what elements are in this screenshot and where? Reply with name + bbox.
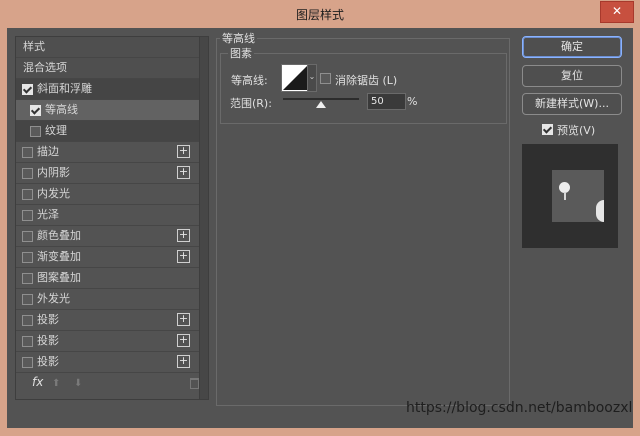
contour-picker[interactable] — [281, 64, 309, 92]
ok-button[interactable]: 确定 — [522, 36, 622, 58]
range-slider[interactable] — [283, 98, 359, 100]
fx-icon[interactable]: fx — [32, 375, 43, 389]
style-list-label: 投影 — [37, 334, 59, 347]
style-checkbox[interactable] — [22, 168, 33, 179]
style-list-label: 投影 — [37, 313, 59, 326]
style-list-label: 投影 — [37, 355, 59, 368]
add-effect-icon[interactable]: + — [177, 250, 190, 263]
style-list-item[interactable]: 投影 + — [16, 331, 199, 352]
range-slider-thumb[interactable] — [316, 101, 326, 108]
group-title: 图素 — [228, 45, 254, 61]
contour-label: 等高线: — [231, 74, 268, 87]
style-list-label: 混合选项 — [23, 61, 67, 74]
add-effect-icon[interactable]: + — [177, 166, 190, 179]
style-list-item[interactable]: 纹理 — [16, 121, 199, 142]
style-checkbox[interactable] — [22, 273, 33, 284]
style-list-label: 内发光 — [37, 187, 70, 200]
contour-curve-icon — [283, 66, 307, 90]
style-checkbox[interactable] — [30, 126, 41, 137]
style-list-item[interactable]: 光泽 — [16, 205, 199, 226]
style-checkbox[interactable] — [30, 105, 41, 116]
range-unit: % — [407, 95, 418, 108]
style-checkbox[interactable] — [22, 252, 33, 263]
style-list-item[interactable]: 外发光 — [16, 289, 199, 310]
style-list-item[interactable]: 等高线 — [16, 100, 199, 121]
style-list-item[interactable]: 颜色叠加 + — [16, 226, 199, 247]
style-checkbox[interactable] — [22, 357, 33, 368]
range-label: 范围(R): — [230, 97, 272, 110]
style-list-label: 内阴影 — [37, 166, 70, 179]
style-list-item[interactable]: 样式 — [16, 37, 199, 58]
preview-checkbox[interactable] — [542, 124, 553, 135]
range-input[interactable]: 50 — [367, 93, 406, 110]
style-list-label: 纹理 — [45, 124, 67, 137]
preview-edge-highlight — [596, 200, 604, 222]
style-checkbox[interactable] — [22, 336, 33, 347]
title-bar: 图层样式 ✕ — [0, 0, 640, 28]
style-list-item[interactable]: 渐变叠加 + — [16, 247, 199, 268]
style-list-item[interactable]: 混合选项 — [16, 58, 199, 79]
add-effect-icon[interactable]: + — [177, 313, 190, 326]
style-checkbox[interactable] — [22, 315, 33, 326]
window-title: 图层样式 — [295, 8, 344, 22]
move-up-icon[interactable]: ⬆ — [52, 378, 60, 389]
style-list-scrollbar[interactable] — [199, 37, 208, 399]
style-list-label: 样式 — [23, 40, 45, 53]
antialias-label: 消除锯齿 (L) — [335, 74, 398, 87]
style-checkbox[interactable] — [22, 210, 33, 221]
style-list-label: 渐变叠加 — [37, 250, 81, 263]
watermark-text: https://blog.csdn.net/bamboozxl — [406, 400, 633, 416]
style-list-item[interactable]: 内阴影 + — [16, 163, 199, 184]
reset-button[interactable]: 复位 — [522, 65, 622, 87]
style-checkbox[interactable] — [22, 231, 33, 242]
style-list-label: 光泽 — [37, 208, 59, 221]
style-list-item[interactable]: 内发光 — [16, 184, 199, 205]
close-button[interactable]: ✕ — [600, 1, 634, 23]
style-list-item[interactable]: 斜面和浮雕 — [16, 79, 199, 100]
style-checkbox[interactable] — [22, 84, 33, 95]
style-list-label: 斜面和浮雕 — [37, 82, 92, 95]
style-list-panel: 样式混合选项斜面和浮雕等高线纹理描边 + 内阴影 + 内发光光泽颜色叠加 + 渐变叠加 + 图案… — [15, 36, 209, 400]
new-style-button[interactable]: 新建样式(W)... — [522, 93, 622, 115]
style-list-item[interactable]: 图案叠加 — [16, 268, 199, 289]
elements-group-box — [220, 53, 507, 124]
style-checkbox[interactable] — [22, 147, 33, 158]
style-checkbox[interactable] — [22, 294, 33, 305]
preview-label: 预览(V) — [557, 124, 596, 137]
style-list-label: 外发光 — [37, 292, 70, 305]
preview-highlight-tail — [564, 192, 566, 200]
layer-style-dialog: 图层样式 ✕ 样式 混合选项 斜面和浮雕 等高线 纹理 描边 + 内阴影 + 内发光 光泽 颜色叠加 +… — [0, 0, 640, 436]
style-list-item[interactable]: 投影 + — [16, 352, 199, 373]
style-checkbox[interactable] — [22, 189, 33, 200]
style-list-label: 描边 — [37, 145, 59, 158]
style-list-label: 图案叠加 — [37, 271, 81, 284]
style-list-item[interactable]: 描边 + — [16, 142, 199, 163]
add-effect-icon[interactable]: + — [177, 145, 190, 158]
add-effect-icon[interactable]: + — [177, 334, 190, 347]
style-list-label: 等高线 — [45, 103, 78, 116]
contour-dropdown-button[interactable]: ⌄ — [307, 64, 317, 92]
add-effect-icon[interactable]: + — [177, 229, 190, 242]
dialog-client-area: 样式 混合选项 斜面和浮雕 等高线 纹理 描边 + 内阴影 + 内发光 光泽 颜色叠加 + 渐变叠加 + 图案… — [7, 28, 633, 428]
style-list-label: 颜色叠加 — [37, 229, 81, 242]
add-effect-icon[interactable]: + — [177, 355, 190, 368]
move-down-icon[interactable]: ⬇ — [74, 378, 82, 389]
section-title: 等高线 — [220, 30, 257, 46]
trash-icon[interactable] — [190, 378, 199, 389]
style-list-item[interactable]: 投影 + — [16, 310, 199, 331]
antialias-checkbox[interactable] — [320, 73, 331, 84]
